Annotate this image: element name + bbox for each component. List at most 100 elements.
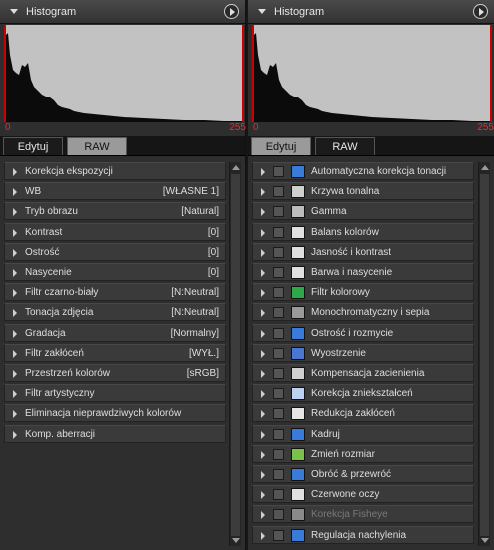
enable-checkbox[interactable] <box>273 368 284 379</box>
edit-tool-row[interactable]: Automatyczna korekcja tonacji <box>252 162 474 180</box>
expand-arrow-icon[interactable] <box>13 289 17 298</box>
histogram-white-point[interactable] <box>242 25 244 122</box>
enable-checkbox[interactable] <box>273 448 284 460</box>
enable-checkbox[interactable] <box>273 388 284 400</box>
expand-arrow-icon[interactable] <box>13 430 17 439</box>
expand-arrow-icon[interactable] <box>261 349 265 358</box>
histogram-white-point[interactable] <box>490 25 492 122</box>
edit-tool-row[interactable]: Monochromatyczny i sepia <box>252 303 474 322</box>
expand-arrow-icon[interactable] <box>261 329 265 338</box>
raw-row[interactable]: Korekcja ekspozycji <box>4 162 226 180</box>
tab-edit[interactable]: Edytuj <box>251 137 311 155</box>
edit-tool-row[interactable]: Ostrość i rozmycie <box>252 323 474 342</box>
raw-row[interactable]: Tonacja zdjęcia [N:Neutral] <box>4 303 226 322</box>
histogram-header[interactable]: Histogram <box>248 0 494 24</box>
tab-raw[interactable]: RAW <box>315 137 375 155</box>
scroll-down-icon[interactable] <box>481 538 489 543</box>
edit-tool-row[interactable]: Filtr kolorowy <box>252 283 474 302</box>
scrollbar[interactable] <box>229 162 241 546</box>
edit-tool-row[interactable]: Obróć & przewróć <box>252 465 474 483</box>
edit-tool-row[interactable]: Korekcja zniekształceń <box>252 384 474 403</box>
edit-tool-row[interactable]: Kadruj <box>252 424 474 443</box>
tab-edit[interactable]: Edytuj <box>3 137 63 155</box>
edit-tool-row[interactable]: Kompensacja zacienienia <box>252 364 474 382</box>
edit-tool-row[interactable]: Balans kolorów <box>252 222 474 241</box>
raw-row[interactable]: Komp. aberracji <box>4 424 226 443</box>
raw-row[interactable]: Filtr zakłóceń [WYŁ.] <box>4 343 226 362</box>
raw-row[interactable]: Kontrast [0] <box>4 222 226 241</box>
edit-tool-row[interactable]: Jasność i kontrast <box>252 242 474 261</box>
raw-row[interactable]: Eliminacja nieprawdziwych kolorów <box>4 404 226 423</box>
scroll-up-icon[interactable] <box>481 165 489 170</box>
enable-checkbox[interactable] <box>273 307 284 319</box>
expand-arrow-icon[interactable] <box>13 168 17 176</box>
enable-checkbox[interactable] <box>273 267 284 278</box>
expand-arrow-icon[interactable] <box>261 491 265 500</box>
expand-arrow-icon[interactable] <box>261 450 265 459</box>
raw-row[interactable]: Filtr czarno-biały [N:Neutral] <box>4 283 226 302</box>
expand-arrow-icon[interactable] <box>13 269 17 277</box>
edit-tool-row[interactable]: Regulacja nachylenia <box>252 525 474 544</box>
expand-arrow-icon[interactable] <box>13 188 17 197</box>
expand-arrow-icon[interactable] <box>261 471 265 479</box>
edit-tool-row[interactable]: Krzywa tonalna <box>252 182 474 201</box>
expand-arrow-icon[interactable] <box>261 531 265 540</box>
expand-arrow-icon[interactable] <box>13 228 17 237</box>
expand-arrow-icon[interactable] <box>261 289 265 298</box>
collapse-triangle-icon[interactable] <box>258 9 266 14</box>
enable-checkbox[interactable] <box>273 206 284 218</box>
histogram-header[interactable]: Histogram <box>0 0 245 24</box>
expand-arrow-icon[interactable] <box>261 188 265 197</box>
enable-checkbox[interactable] <box>273 226 284 238</box>
enable-checkbox[interactable] <box>273 246 284 258</box>
edit-tool-row[interactable]: Barwa i nasycenie <box>252 263 474 281</box>
histogram-menu-button[interactable] <box>224 4 239 19</box>
expand-arrow-icon[interactable] <box>261 309 265 318</box>
expand-arrow-icon[interactable] <box>13 309 17 318</box>
raw-row[interactable]: Nasycenie [0] <box>4 263 226 281</box>
expand-arrow-icon[interactable] <box>261 430 265 439</box>
enable-checkbox[interactable] <box>273 469 284 480</box>
expand-arrow-icon[interactable] <box>13 329 17 338</box>
raw-row[interactable]: Filtr artystyczny <box>4 384 226 403</box>
enable-checkbox[interactable] <box>273 186 284 198</box>
raw-row[interactable]: WB [WŁASNE 1] <box>4 182 226 201</box>
expand-arrow-icon[interactable] <box>13 370 17 378</box>
scroll-down-icon[interactable] <box>232 538 240 543</box>
histogram-black-point[interactable] <box>252 25 254 122</box>
raw-row[interactable]: Gradacja [Normalny] <box>4 323 226 342</box>
enable-checkbox[interactable] <box>273 509 284 521</box>
expand-arrow-icon[interactable] <box>261 410 265 419</box>
expand-arrow-icon[interactable] <box>13 410 17 419</box>
scroll-thumb[interactable] <box>231 174 240 536</box>
scroll-up-icon[interactable] <box>232 165 240 170</box>
scroll-thumb[interactable] <box>480 174 489 536</box>
expand-arrow-icon[interactable] <box>261 511 265 520</box>
edit-tool-row[interactable]: Wyostrzenie <box>252 343 474 362</box>
expand-arrow-icon[interactable] <box>261 248 265 257</box>
edit-tool-row[interactable]: Czerwone oczy <box>252 485 474 504</box>
expand-arrow-icon[interactable] <box>13 349 17 358</box>
expand-arrow-icon[interactable] <box>261 208 265 217</box>
expand-arrow-icon[interactable] <box>261 390 265 399</box>
enable-checkbox[interactable] <box>273 408 284 420</box>
expand-arrow-icon[interactable] <box>261 168 265 176</box>
raw-row[interactable]: Tryb obrazu [Natural] <box>4 202 226 221</box>
edit-tool-row[interactable]: Gamma <box>252 202 474 221</box>
histogram-black-point[interactable] <box>4 25 6 122</box>
scrollbar[interactable] <box>478 162 490 546</box>
expand-arrow-icon[interactable] <box>261 370 265 378</box>
histogram-menu-button[interactable] <box>473 4 488 19</box>
tab-raw[interactable]: RAW <box>67 137 127 155</box>
expand-arrow-icon[interactable] <box>13 390 17 399</box>
enable-checkbox[interactable] <box>273 428 284 440</box>
expand-arrow-icon[interactable] <box>261 269 265 277</box>
enable-checkbox[interactable] <box>273 287 284 299</box>
expand-arrow-icon[interactable] <box>261 228 265 237</box>
enable-checkbox[interactable] <box>273 166 284 177</box>
collapse-triangle-icon[interactable] <box>10 9 18 14</box>
enable-checkbox[interactable] <box>273 347 284 359</box>
raw-row[interactable]: Przestrzeń kolorów [sRGB] <box>4 364 226 382</box>
enable-checkbox[interactable] <box>273 489 284 501</box>
expand-arrow-icon[interactable] <box>13 208 17 217</box>
